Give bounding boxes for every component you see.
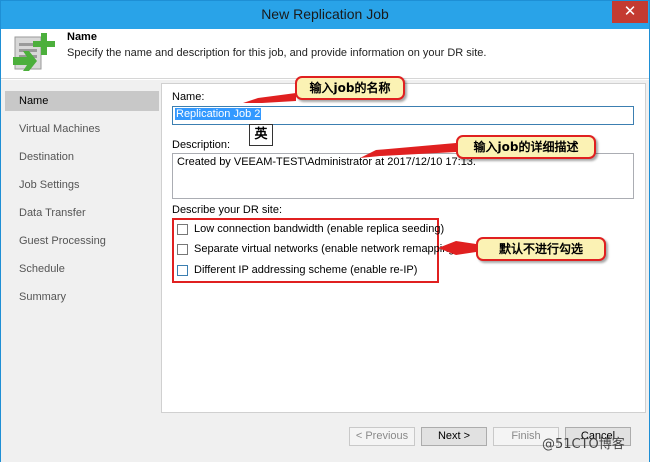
- wizard-header: Name Specify the name and description fo…: [1, 29, 649, 79]
- separate-networks-label: Separate virtual networks (enable networ…: [194, 243, 459, 255]
- sidebar-item-guest-processing[interactable]: Guest Processing: [5, 231, 159, 251]
- low-bandwidth-checkbox[interactable]: [177, 223, 188, 235]
- options-callout: 默认不进行勾选: [476, 237, 606, 261]
- separate-networks-checkbox[interactable]: [177, 243, 188, 255]
- option-different-ip[interactable]: Different IP addressing scheme (enable r…: [177, 262, 417, 278]
- sidebar-item-name[interactable]: Name: [5, 91, 159, 111]
- next-button[interactable]: Next >: [421, 427, 487, 446]
- different-ip-label: Different IP addressing scheme (enable r…: [194, 264, 418, 276]
- close-button[interactable]: ✕: [612, 1, 648, 23]
- sidebar-item-summary[interactable]: Summary: [5, 287, 159, 307]
- job-name-value: Replication Job 2: [175, 108, 262, 120]
- description-callout: 输入job的详细描述: [456, 135, 596, 159]
- name-label: Name:: [172, 91, 205, 103]
- low-bandwidth-label: Low connection bandwidth (enable replica…: [194, 223, 445, 235]
- different-ip-checkbox[interactable]: [177, 264, 188, 276]
- option-separate-networks[interactable]: Separate virtual networks (enable networ…: [177, 241, 458, 257]
- option-low-bandwidth[interactable]: Low connection bandwidth (enable replica…: [177, 221, 444, 237]
- dr-site-label: Describe your DR site:: [172, 204, 283, 216]
- sidebar-item-virtual-machines[interactable]: Virtual Machines: [5, 119, 159, 139]
- previous-button[interactable]: < Previous: [349, 427, 415, 446]
- step-title: Name: [67, 31, 97, 43]
- job-name-input[interactable]: Replication Job 2: [172, 106, 634, 125]
- sidebar-item-job-settings[interactable]: Job Settings: [5, 175, 159, 195]
- name-callout: 输入job的名称: [295, 76, 405, 100]
- window-title: New Replication Job: [261, 6, 389, 22]
- job-description-textarea[interactable]: Created by VEEAM-TEST\Administrator at 2…: [172, 153, 634, 199]
- description-label: Description:: [172, 139, 231, 151]
- watermark: @51CTO博客: [542, 437, 625, 452]
- sidebar-item-data-transfer[interactable]: Data Transfer: [5, 203, 159, 223]
- sidebar-item-schedule[interactable]: Schedule: [5, 259, 159, 279]
- step-description: Specify the name and description for thi…: [67, 47, 487, 59]
- replication-job-icon: [13, 33, 55, 71]
- wizard-steps-sidebar: Name Virtual Machines Destination Job Se…: [5, 89, 159, 409]
- ime-indicator: 英: [249, 124, 273, 146]
- replication-job-window: New Replication Job ✕ Name Specify the n…: [0, 0, 650, 462]
- sidebar-item-destination[interactable]: Destination: [5, 147, 159, 167]
